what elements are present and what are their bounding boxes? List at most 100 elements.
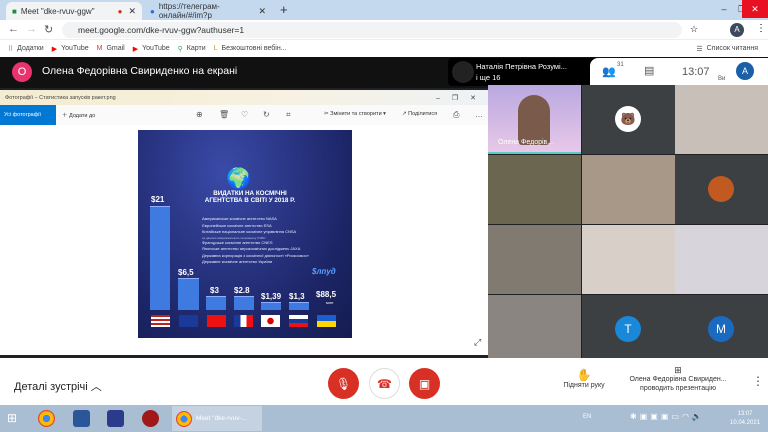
app-icon[interactable] bbox=[142, 410, 159, 427]
crop-icon[interactable]: ⌗ bbox=[286, 110, 291, 120]
participant-tile[interactable] bbox=[582, 225, 675, 294]
rotate-icon[interactable]: ↻ bbox=[263, 110, 270, 119]
participant-avatar-m: M bbox=[708, 316, 734, 342]
speaker-more: і ще 16 bbox=[476, 73, 501, 82]
world-map-icon: 🌍 bbox=[226, 168, 251, 190]
bookmark-webinars[interactable]: L Безкоштовні вебін... bbox=[214, 45, 287, 52]
bookmark-youtube-2[interactable]: ▶ YouTube bbox=[133, 45, 170, 53]
raise-hand-label: Підняти руку bbox=[563, 382, 605, 389]
youtube-icon: ▶ bbox=[51, 45, 58, 53]
bookmark-gmail[interactable]: M Gmail bbox=[97, 45, 125, 52]
photos-titlebar: Фотографії – Статистика запусків ракет.p… bbox=[0, 90, 488, 105]
more-icon[interactable]: … bbox=[475, 110, 483, 119]
forward-icon[interactable]: → bbox=[26, 23, 37, 35]
share-button[interactable]: ↗ Поділитися bbox=[402, 111, 437, 117]
fullscreen-icon[interactable]: ⤢ bbox=[474, 337, 481, 348]
presenting-label: проводить презентацію bbox=[640, 385, 716, 392]
flag-russia-icon bbox=[289, 315, 308, 327]
flag-usa-icon bbox=[151, 315, 170, 327]
bookmark-apps[interactable]: ⠿ Додатки bbox=[8, 45, 44, 53]
word-icon[interactable] bbox=[73, 410, 90, 427]
participant-tile[interactable] bbox=[675, 155, 768, 224]
participant-tile-presenter[interactable]: Олена Федорів... bbox=[488, 85, 581, 154]
menu-icon[interactable]: ⋮ bbox=[756, 23, 766, 34]
new-tab-button[interactable]: + bbox=[280, 2, 288, 17]
language-indicator[interactable]: EN bbox=[583, 414, 591, 420]
participant-tile[interactable] bbox=[488, 295, 581, 364]
participant-tile[interactable] bbox=[675, 225, 768, 294]
url-input[interactable]: meet.google.com/dke-rvuv-ggw?authuser=1 bbox=[62, 22, 682, 38]
flag-japan-icon bbox=[261, 315, 280, 327]
flag-france-icon bbox=[234, 315, 253, 327]
close-tab-icon[interactable]: ✕ bbox=[128, 6, 136, 17]
zoom-icon[interactable]: ⊕ bbox=[196, 110, 203, 119]
presentation-button[interactable]: ⊞ Олена Федорівна Свириден... проводить пр… bbox=[620, 366, 736, 393]
gmail-icon: M bbox=[96, 45, 103, 52]
add-to-button[interactable]: ＋ Додати до bbox=[62, 111, 95, 119]
recording-icon: ● bbox=[117, 6, 123, 16]
infographic-title: ВИДАТКИ НА КОСМІЧНІ АГЕНТСТВА В СВІТІ У 2… bbox=[190, 190, 310, 204]
self-avatar[interactable]: A bbox=[736, 62, 754, 80]
photos-window-controls[interactable]: –❐✕ bbox=[436, 94, 488, 102]
bookmark-label: Безкоштовні вебін... bbox=[221, 45, 287, 52]
mic-off-icon: 🎙 bbox=[335, 376, 352, 391]
raise-hand-button[interactable]: ✋ Підняти руку bbox=[556, 368, 612, 389]
more-options-icon[interactable]: ⋮ bbox=[752, 374, 764, 388]
bookmark-youtube[interactable]: ▶ YouTube bbox=[52, 45, 89, 53]
star-icon[interactable]: ☆ bbox=[690, 24, 698, 35]
participant-video bbox=[518, 95, 550, 145]
participant-tile[interactable]: 🐻 bbox=[582, 85, 675, 154]
tab-meet[interactable]: ■ Meet "dke-rvuv-ggw" ● ✕ bbox=[6, 2, 142, 20]
camera-off-button[interactable]: ▣ bbox=[409, 368, 440, 399]
participant-name: Олена Федорів... bbox=[498, 139, 554, 146]
edit-create-label: Змінити та створити bbox=[330, 111, 382, 117]
clock-time: 13:07 bbox=[737, 411, 753, 417]
all-photos-button[interactable]: Усі фотографії bbox=[0, 105, 56, 125]
close-tab-icon[interactable]: ✕ bbox=[258, 6, 266, 17]
participant-tile[interactable] bbox=[488, 225, 581, 294]
participant-tile[interactable] bbox=[675, 85, 768, 154]
photos-toolbar: Усі фотографії ＋ Додати до ⊕ 🗑 ♡ ↻ ⌗ ✂ З… bbox=[0, 105, 488, 125]
presenter-banner: Олена Федорівна Свириденко на екрані bbox=[42, 65, 238, 77]
reading-list[interactable]: ☰ Список читання bbox=[696, 45, 758, 53]
system-clock[interactable]: 13:07 10.04.2021 bbox=[730, 410, 760, 428]
speaker-name: Наталія Петрівна Розумі... bbox=[476, 62, 567, 71]
edit-create-button[interactable]: ✂ Змінити та створити ▾ bbox=[324, 111, 386, 117]
value-russia: $1,3 bbox=[289, 292, 305, 301]
youtube-icon: ▶ bbox=[132, 45, 139, 53]
chat-icon[interactable]: ▤ bbox=[644, 64, 654, 77]
mic-off-button[interactable]: 🎙 bbox=[328, 368, 359, 399]
reading-list-icon: ☰ bbox=[696, 45, 703, 53]
close-window-button[interactable]: ✕ bbox=[742, 0, 768, 18]
participant-tile[interactable]: T bbox=[582, 295, 675, 364]
print-icon[interactable]: ⎙ bbox=[453, 110, 459, 120]
save-icon[interactable] bbox=[107, 410, 124, 427]
tab-bar: ■ Meet "dke-rvuv-ggw" ● ✕ ● https://телеграм… bbox=[0, 0, 768, 20]
bar-usa bbox=[150, 206, 170, 310]
apps-icon: ⠿ bbox=[8, 45, 14, 53]
meeting-details-button[interactable]: Деталі зустрічі ︿ bbox=[14, 378, 102, 394]
bookmark-maps[interactable]: ⚲ Карти bbox=[178, 45, 206, 53]
tab-telegram[interactable]: ● https://телеграм-онлайн/#/im?p ✕ bbox=[144, 2, 272, 20]
tray-icons[interactable]: ✱▣▣▣▭◠🔊 bbox=[630, 412, 705, 421]
participant-tile[interactable]: M bbox=[675, 295, 768, 364]
favorite-icon[interactable]: ♡ bbox=[241, 110, 248, 119]
value-usa: $21 bbox=[151, 195, 165, 204]
participant-tile[interactable] bbox=[582, 155, 675, 224]
maps-icon: ⚲ bbox=[177, 45, 183, 53]
start-icon[interactable]: ⊞ bbox=[7, 411, 17, 425]
delete-icon[interactable]: 🗑 bbox=[219, 110, 229, 119]
participants-count: 31 bbox=[617, 62, 624, 68]
leave-call-button[interactable]: ☎ bbox=[369, 368, 400, 399]
meeting-details-label: Деталі зустрічі bbox=[14, 381, 88, 393]
taskbar-chrome-window[interactable]: Meet "dke-rvuv-... bbox=[172, 406, 262, 431]
people-icon[interactable]: 👥 bbox=[602, 65, 616, 78]
participant-tile[interactable] bbox=[488, 155, 581, 224]
back-icon[interactable]: ← bbox=[8, 23, 19, 35]
reload-icon[interactable]: ↻ bbox=[44, 23, 53, 36]
chrome-icon[interactable] bbox=[38, 410, 55, 427]
chevron-up-icon: ︿ bbox=[90, 381, 102, 393]
bookmark-label: Карти bbox=[186, 45, 206, 52]
profile-avatar[interactable]: A bbox=[730, 23, 744, 37]
presenter-avatar: О bbox=[12, 62, 32, 82]
